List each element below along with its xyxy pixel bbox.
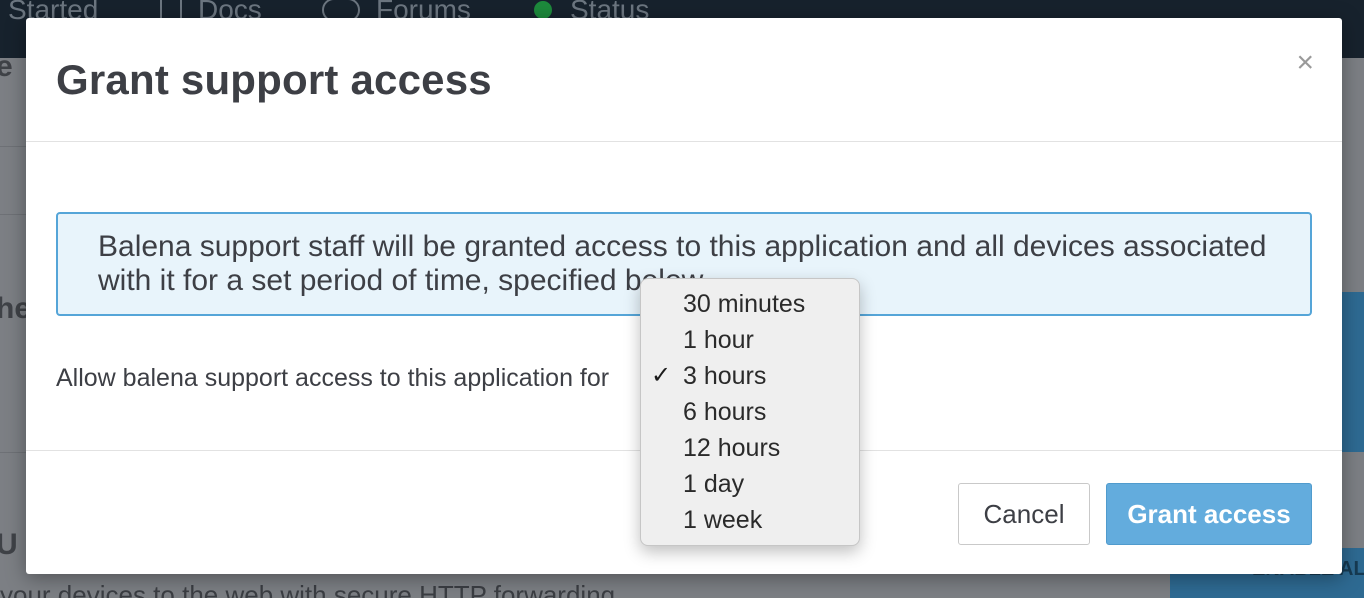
dropdown-option-label: 3 hours [683, 362, 767, 390]
cancel-button[interactable]: Cancel [958, 483, 1090, 545]
dropdown-option-selected[interactable]: ✓ 3 hours [641, 358, 859, 394]
dropdown-option-label: 1 day [683, 470, 745, 498]
duration-label: Allow balena support access to this appl… [56, 364, 610, 392]
dropdown-option[interactable]: 1 day [641, 466, 859, 502]
background-left-text: e [0, 50, 13, 83]
checkmark-icon: ✓ [651, 362, 672, 389]
dropdown-option[interactable]: 30 minutes [641, 286, 859, 322]
background-left-text: U [0, 528, 18, 561]
dropdown-option[interactable]: 6 hours [641, 394, 859, 430]
duration-dropdown[interactable]: 30 minutes 1 hour ✓ 3 hours 6 hours 12 ho… [640, 278, 860, 546]
modal-title: Grant support access [56, 56, 492, 103]
background-divider [0, 146, 26, 147]
dropdown-option-label: 6 hours [683, 398, 767, 426]
modal-header: Grant support access × [26, 18, 1342, 142]
background-divider [0, 452, 26, 453]
dropdown-option-label: 1 week [683, 506, 763, 534]
grant-access-button[interactable]: Grant access [1106, 483, 1312, 545]
status-dot-icon [534, 1, 552, 19]
dropdown-option[interactable]: 1 week [641, 502, 859, 538]
close-icon[interactable]: × [1296, 48, 1314, 78]
background-description: your devices to the web with secure HTTP… [0, 580, 616, 598]
dropdown-option[interactable]: 12 hours [641, 430, 859, 466]
dropdown-option-label: 1 hour [683, 326, 754, 354]
background-panel [1342, 292, 1364, 452]
background-divider [0, 214, 26, 215]
dropdown-option[interactable]: 1 hour [641, 322, 859, 358]
dropdown-option-label: 30 minutes [683, 290, 806, 318]
dropdown-option-label: 12 hours [683, 434, 781, 462]
